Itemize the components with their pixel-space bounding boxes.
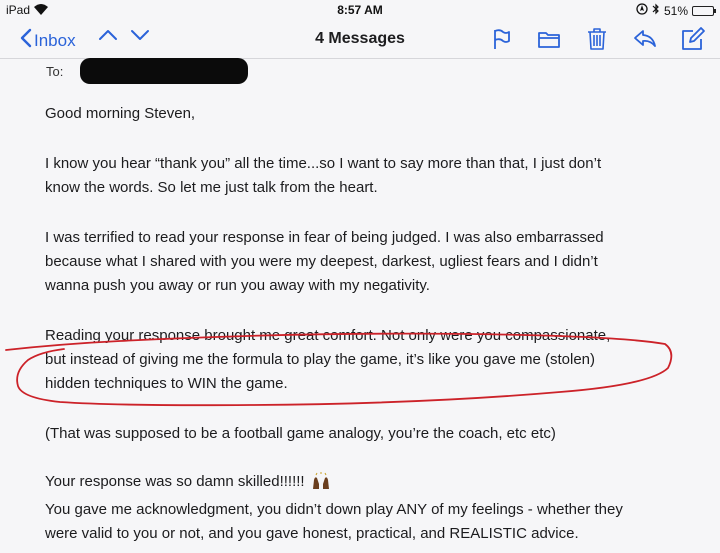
paragraph-line: wanna push you away or run you away with… xyxy=(45,277,430,294)
paragraph-line: know the words. So let me just talk from… xyxy=(45,179,378,196)
status-right: 51% xyxy=(636,3,716,18)
paragraph-5: Your response was so damn skilled!!!!!! … xyxy=(45,470,685,546)
paragraph-line: hidden techniques to WIN the game. xyxy=(45,375,288,392)
paragraph-line: were valid to you or not, and you gave h… xyxy=(45,525,579,542)
mail-nav-bar: Inbox 4 Messages xyxy=(0,20,720,59)
to-label: To: xyxy=(46,64,64,79)
paragraph-line: Reading your response brought me great c… xyxy=(45,327,611,344)
folder-icon[interactable] xyxy=(536,26,562,52)
paragraph-line: I was terrified to read your response in… xyxy=(45,229,604,246)
flag-icon[interactable] xyxy=(488,26,514,52)
paragraph-1: I know you hear “thank you” all the time… xyxy=(45,152,685,200)
paragraph-line: You gave me acknowledgment, you didn’t d… xyxy=(45,501,623,518)
reply-icon[interactable] xyxy=(632,26,658,52)
paragraph-3: Reading your response brought me great c… xyxy=(45,324,685,396)
paragraph-line: but instead of giving me the formula to … xyxy=(45,351,596,368)
battery-icon xyxy=(692,5,716,16)
paragraph-2: I was terrified to read your response in… xyxy=(45,226,685,298)
paragraph-line: because what I shared with you were my d… xyxy=(45,253,598,270)
status-bar: iPad 8:57 AM 51% xyxy=(0,0,720,20)
paragraph-line: Your response was so damn skilled!!!!!! xyxy=(45,470,685,498)
greeting-text: Good morning Steven, xyxy=(45,105,196,122)
mail-toolbar xyxy=(488,26,706,52)
paragraph-text: Your response was so damn skilled!!!!!! xyxy=(45,473,305,490)
trash-icon[interactable] xyxy=(584,26,610,52)
bluetooth-icon xyxy=(652,3,660,18)
compose-icon[interactable] xyxy=(680,26,706,52)
location-icon xyxy=(636,3,648,18)
message-body: To: Good morning Steven, I know you hear… xyxy=(0,58,720,553)
clock: 8:57 AM xyxy=(337,3,383,17)
greeting: Good morning Steven, xyxy=(45,102,685,126)
raised-hands-icon xyxy=(311,472,331,498)
paragraph-line: I know you hear “thank you” all the time… xyxy=(45,155,602,172)
paragraph-line: (That was supposed to be a football game… xyxy=(45,425,556,442)
battery-percent: 51% xyxy=(663,3,688,18)
redacted-recipient xyxy=(80,58,248,84)
paragraph-4: (That was supposed to be a football game… xyxy=(45,422,685,446)
